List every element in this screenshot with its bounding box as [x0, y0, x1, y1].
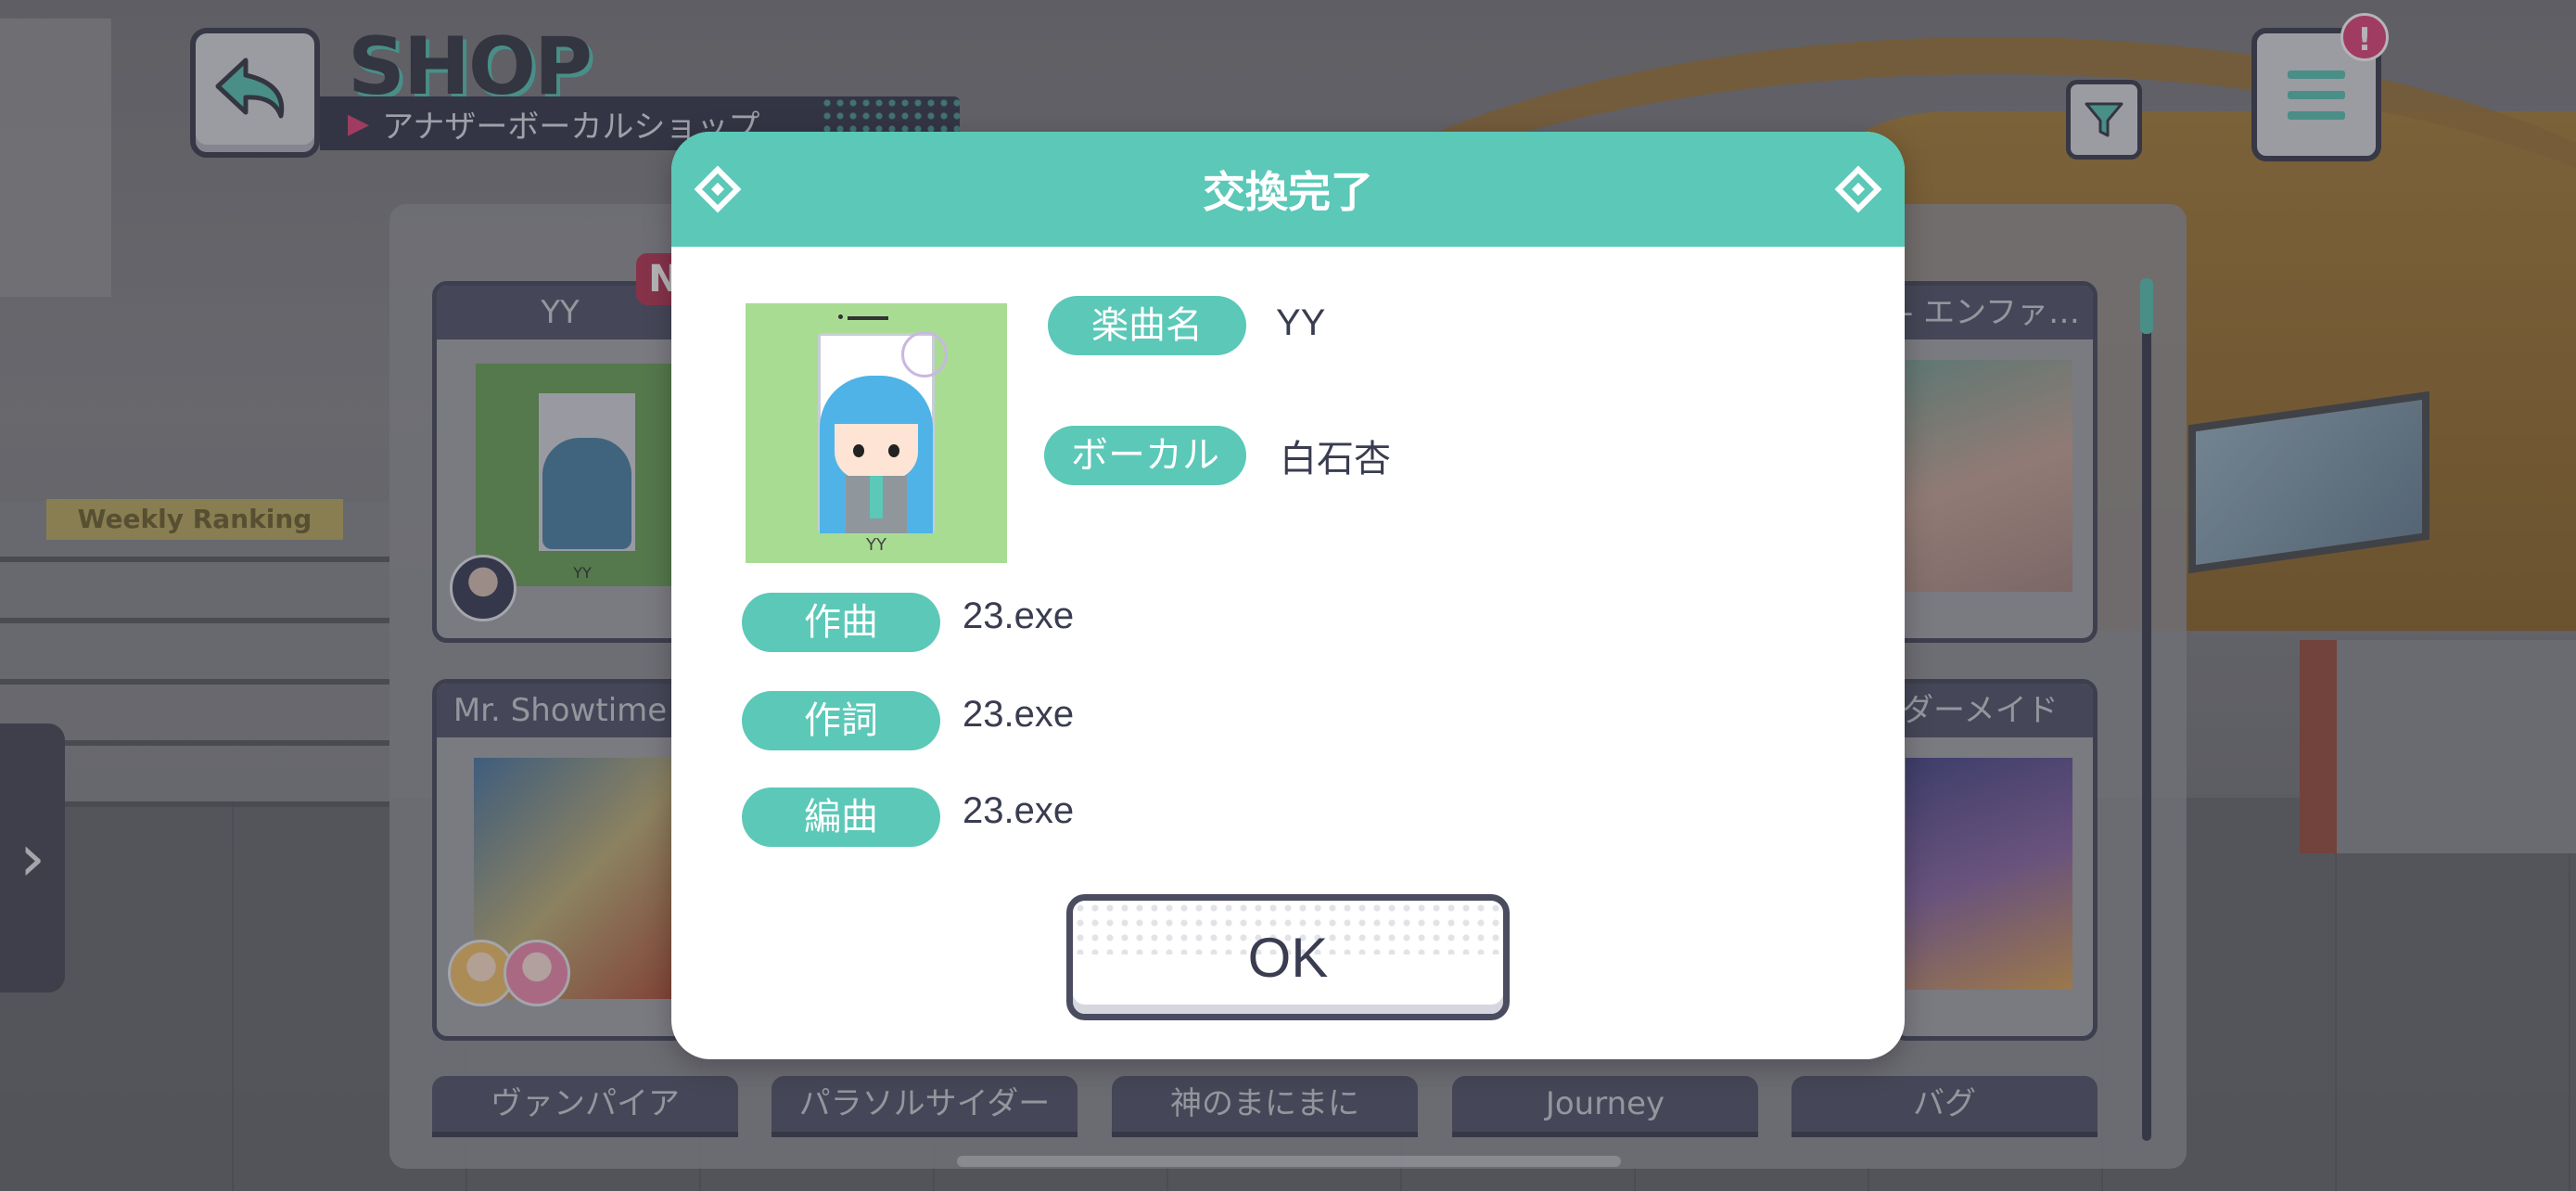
song-name-label: 楽曲名: [1048, 296, 1246, 355]
dialog-title: 交換完了: [1203, 167, 1373, 217]
composer-label: 作曲: [742, 593, 940, 652]
vocal-value: 白石杏: [1280, 439, 1391, 480]
arranger-value: 23.exe: [963, 790, 1075, 831]
lyricist-label: 作詞: [742, 691, 940, 750]
song-name-value: YY: [1276, 302, 1326, 343]
arranger-label: 編曲: [742, 788, 940, 847]
exchange-complete-dialog: 交換完了 YY 楽曲名 YY ボーカル 白石杏 作曲 23.exe 作詞 23.…: [671, 132, 1905, 1059]
ok-button-label: OK: [1247, 926, 1329, 989]
jacket-caption: YY: [866, 535, 886, 555]
diamond-icon: [694, 165, 742, 213]
dialog-header: 交換完了: [671, 132, 1905, 247]
composer-value: 23.exe: [963, 596, 1075, 636]
lyricist-value: 23.exe: [963, 694, 1075, 735]
diamond-icon: [1834, 165, 1882, 213]
ok-button[interactable]: OK: [1066, 894, 1510, 1020]
vocal-label: ボーカル: [1044, 426, 1246, 485]
song-jacket-image: YY: [746, 303, 1007, 563]
